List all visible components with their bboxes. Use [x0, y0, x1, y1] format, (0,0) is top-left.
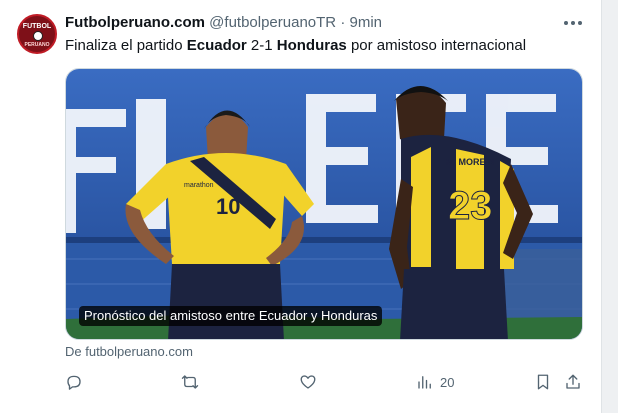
reply-icon — [67, 375, 81, 390]
match-photo: 10 marathon M. MOREIN 23 — [66, 69, 582, 339]
display-name[interactable]: Futbolperuano.com — [65, 14, 205, 31]
media-caption: Pronóstico del amistoso entre Ecuador y … — [79, 306, 383, 326]
bookmark-button[interactable] — [534, 370, 552, 394]
avatar[interactable]: FUTBOL PERUANO — [17, 14, 57, 54]
tweet-actions: 20 — [0, 370, 601, 394]
tweet-score: 2-1 — [246, 37, 277, 54]
tweet-card[interactable]: FUTBOL PERUANO Futbolperuano.com @futbol… — [0, 0, 601, 413]
share-button[interactable] — [564, 370, 582, 394]
tweet-text: Finaliza el partido Ecuador 2-1 Honduras… — [65, 36, 526, 56]
separator-dot: · — [340, 14, 346, 31]
bookmark-icon — [537, 374, 549, 390]
tweet-team2: Honduras — [276, 37, 347, 54]
player-left-sponsor: marathon — [184, 182, 214, 189]
avatar-text-bottom: PERUANO — [24, 42, 50, 48]
like-button[interactable] — [299, 370, 317, 394]
more-dot-icon — [578, 21, 582, 25]
soccer-ball-icon — [33, 31, 43, 41]
tweet-text-part2: por amistoso internacional — [346, 37, 527, 54]
player-left-number: 10 — [216, 194, 240, 219]
share-icon — [566, 374, 580, 389]
tweet-media[interactable]: 10 marathon M. MOREIN 23 Pronóstico del … — [65, 68, 583, 340]
views-count: 20 — [440, 374, 455, 390]
heart-icon — [300, 375, 316, 389]
repost-icon — [181, 375, 199, 389]
bar-chart-icon — [418, 376, 431, 389]
timestamp[interactable]: 9min — [349, 14, 382, 31]
repost-button[interactable] — [181, 370, 199, 394]
more-dot-icon — [564, 21, 568, 25]
more-dot-icon — [571, 21, 575, 25]
tweet-header: Futbolperuano.com @futbolperuanoTR · 9mi… — [65, 13, 382, 33]
player-right-number: 23 — [448, 184, 493, 228]
player-right-name: M. MOREIN — [446, 157, 495, 167]
reply-button[interactable] — [65, 370, 83, 394]
link-source[interactable]: De futbolperuano.com — [65, 344, 193, 360]
tweet-team1: Ecuador — [186, 37, 247, 54]
views-button[interactable]: 20 — [416, 370, 454, 394]
user-handle[interactable]: @futbolperuanoTR — [209, 14, 336, 31]
tweet-text-part1: Finaliza el partido — [65, 37, 187, 54]
avatar-text-top: FUTBOL — [22, 23, 52, 30]
more-options-button[interactable] — [558, 12, 588, 34]
page-gutter — [601, 0, 618, 413]
